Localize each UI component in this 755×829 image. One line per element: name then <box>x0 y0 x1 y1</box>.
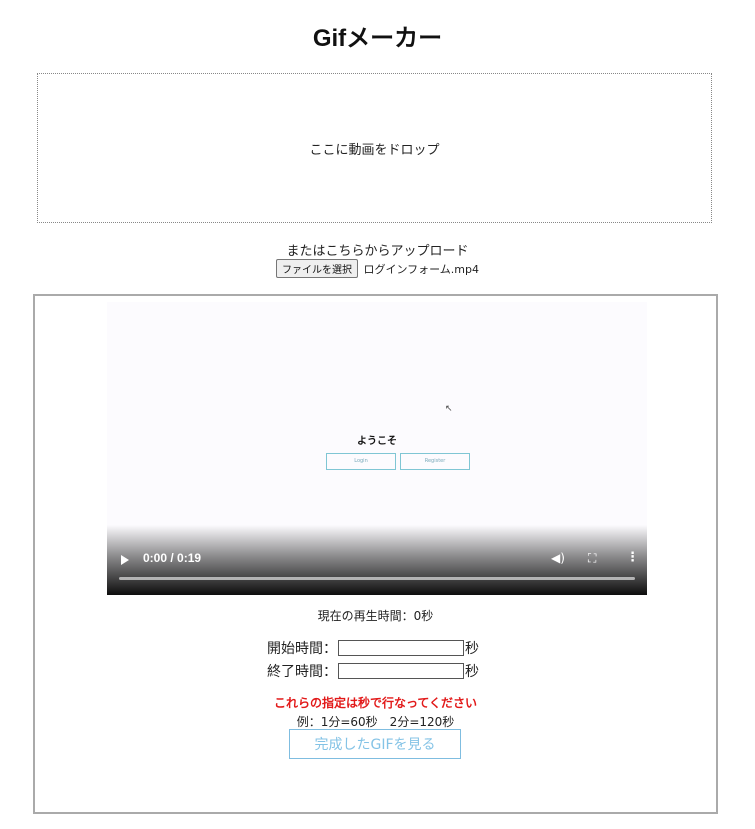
video-controls: 0:00 / 0:19 ◀) ⛶ ⋮ <box>107 525 647 595</box>
start-time-row: 開始時間： 秒 <box>267 638 479 658</box>
volume-icon[interactable]: ◀) <box>551 551 565 565</box>
start-time-unit: 秒 <box>465 641 479 657</box>
end-time-label: 終了時間： <box>267 664 337 680</box>
cursor-icon: ↖ <box>445 404 453 414</box>
video-progress-bar[interactable] <box>119 577 635 580</box>
dropzone-text: ここに動画をドロップ <box>309 142 440 158</box>
video-dropzone[interactable]: ここに動画をドロップ <box>37 73 712 223</box>
play-icon[interactable] <box>121 555 129 565</box>
seconds-warning: これらの指定は秒で行なってください <box>273 696 478 710</box>
choose-file-button[interactable]: ファイルを選択 <box>275 259 358 278</box>
video-preview-heading: ようこそ <box>357 436 397 447</box>
end-time-row: 終了時間： 秒 <box>267 661 479 681</box>
seconds-example: 例：1分=60秒 2分=120秒 <box>296 715 455 729</box>
video-preview-register: Register <box>400 453 470 470</box>
view-gif-button[interactable]: 完成したGIFを見る <box>289 729 461 759</box>
video-time-display: 0:00 / 0:19 <box>143 551 202 565</box>
end-time-input[interactable] <box>338 663 464 679</box>
video-player[interactable]: ↖ ようこそ Login Register 0:00 / 0:19 ◀) ⛶ ⋮ <box>107 302 647 595</box>
page-title: Gifメーカー <box>312 25 443 52</box>
selected-file-name: ログインフォーム.mp4 <box>363 262 480 276</box>
fullscreen-icon[interactable]: ⛶ <box>588 551 596 566</box>
more-icon[interactable]: ⋮ <box>626 550 639 565</box>
video-preview-login: Login <box>326 453 396 470</box>
current-playback-time: 現在の再生時間：0秒 <box>317 609 434 623</box>
start-time-label: 開始時間： <box>267 641 337 657</box>
start-time-input[interactable] <box>338 640 464 656</box>
end-time-unit: 秒 <box>465 664 479 680</box>
file-input[interactable]: ファイルを選択 ログインフォーム.mp4 <box>0 259 755 278</box>
editor-panel: ↖ ようこそ Login Register 0:00 / 0:19 ◀) ⛶ ⋮… <box>33 294 718 814</box>
upload-label: またはこちらからアップロード <box>286 244 469 259</box>
